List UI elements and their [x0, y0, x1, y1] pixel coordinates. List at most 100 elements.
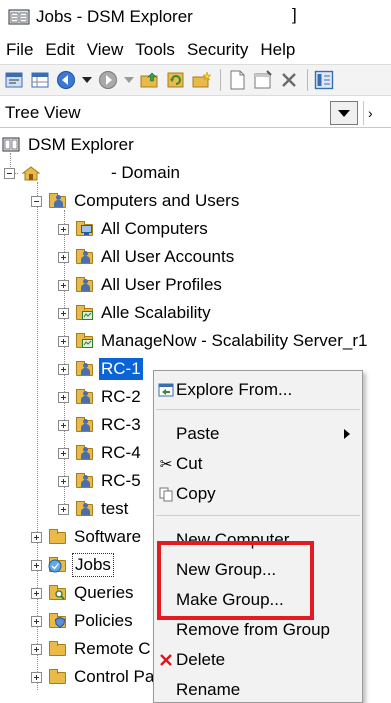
scalability-folder-icon [75, 304, 95, 322]
back-dropdown-icon[interactable] [80, 68, 94, 92]
tree-node-label: Policies [74, 611, 133, 630]
menu-item-cut[interactable]: ✂ Cut [154, 449, 362, 479]
tree-node-remote[interactable]: Remote C [31, 636, 153, 662]
tree-node-label: Jobs [72, 553, 114, 577]
tree-node-test[interactable]: test [58, 496, 130, 522]
expand-icon[interactable] [31, 531, 42, 543]
tree-node-queries[interactable]: Queries [31, 580, 136, 606]
tree-node-alle-scalability[interactable]: Alle Scalability [58, 300, 213, 326]
new-folder-icon[interactable] [190, 68, 214, 92]
group-folder-icon [75, 444, 95, 462]
tree-node-rc-4[interactable]: RC-4 [58, 440, 143, 466]
grid-icon[interactable] [28, 68, 52, 92]
tree-node-managenow-scalability[interactable]: ManageNow - Scalability Server_r1 [58, 328, 369, 354]
submenu-arrow-icon [344, 429, 350, 439]
collapse-icon[interactable] [4, 167, 15, 179]
tree-view-label: Tree View [5, 102, 81, 122]
tree-node-label: DSM Explorer [28, 135, 134, 154]
tree-node-label: ManageNow - Scalability Server_r1 [101, 331, 368, 350]
expand-icon[interactable] [58, 447, 69, 459]
expand-icon[interactable] [58, 475, 69, 487]
menu-item-rename[interactable]: Rename [154, 675, 362, 703]
tree-node-label: Alle Scalability [101, 303, 211, 322]
software-folder-icon [48, 528, 68, 546]
tree-node-label: All User Accounts [101, 247, 235, 266]
remote-folder-icon [48, 640, 68, 658]
expand-icon[interactable] [31, 615, 42, 627]
tree-node-domain[interactable]: - Domain [4, 160, 182, 186]
properties-icon[interactable] [2, 68, 26, 92]
tree-node-computers-and-users[interactable]: Computers and Users [31, 188, 241, 214]
expand-icon[interactable] [58, 335, 69, 347]
menu-item-paste[interactable]: Paste [154, 419, 362, 449]
menu-item-label: Explore From... [176, 380, 293, 399]
tree-node-rc-3[interactable]: RC-3 [58, 412, 143, 438]
menu-item-label: Rename [176, 680, 241, 699]
close-icon[interactable] [277, 68, 301, 92]
expand-icon[interactable] [31, 671, 42, 683]
queries-folder-icon [48, 584, 68, 602]
tree-node-software[interactable]: Software [31, 524, 143, 550]
tree-view-scroll-button[interactable]: › [363, 101, 391, 125]
collapse-icon[interactable] [31, 195, 42, 207]
back-icon[interactable] [54, 68, 78, 92]
expand-icon[interactable] [31, 643, 42, 655]
folder-up-icon[interactable] [138, 68, 162, 92]
group-folder-icon [75, 500, 95, 518]
group-folder-icon [75, 388, 95, 406]
domain-icon [21, 164, 41, 182]
expand-icon[interactable] [58, 391, 69, 403]
menu-item-delete[interactable]: Delete [154, 645, 362, 675]
tree-node-all-user-accounts[interactable]: All User Accounts [58, 244, 236, 270]
expand-icon[interactable] [58, 223, 69, 235]
expand-icon[interactable] [31, 587, 42, 599]
tree-node-all-computers[interactable]: All Computers [58, 216, 210, 242]
menu-separator [156, 409, 360, 410]
tree-node-label: RC-2 [101, 387, 141, 406]
expand-icon[interactable] [58, 503, 69, 515]
forward-dropdown-icon[interactable] [122, 68, 136, 92]
toolbar [0, 64, 391, 96]
tree-node-label: - Domain [111, 163, 180, 182]
tree-node-rc-5[interactable]: RC-5 [58, 468, 143, 494]
menu-edit[interactable]: Edit [39, 38, 80, 62]
menu-security[interactable]: Security [181, 38, 254, 62]
tree-node-jobs[interactable]: Jobs [31, 552, 114, 578]
menu-view[interactable]: View [81, 38, 130, 62]
menu-bar: File Edit View Tools Security Help [0, 38, 301, 62]
menu-file[interactable]: File [0, 38, 39, 62]
view-icon[interactable] [312, 68, 336, 92]
tree-node-all-user-profiles[interactable]: All User Profiles [58, 272, 224, 298]
computers-folder-icon [75, 220, 95, 238]
tree-node-policies[interactable]: Policies [31, 608, 135, 634]
tree-node-rc-2[interactable]: RC-2 [58, 384, 143, 410]
expand-icon[interactable] [58, 279, 69, 291]
toolbar-separator [220, 69, 221, 91]
tree-node-label: RC-5 [101, 471, 141, 490]
expand-icon[interactable] [58, 307, 69, 319]
tree-node-control-panel[interactable]: Control Pa [31, 664, 156, 690]
tree-node-rc-1[interactable]: RC-1 [58, 356, 143, 382]
tree-node-label: Control Pa [74, 667, 155, 686]
menu-help[interactable]: Help [254, 38, 301, 62]
profiles-folder-icon [75, 276, 95, 294]
dsm-explorer-icon [2, 136, 22, 154]
menu-tools[interactable]: Tools [129, 38, 181, 62]
menu-item-label: Remove from Group [176, 620, 330, 639]
forward-icon[interactable] [96, 68, 120, 92]
tree-node-label: Computers and Users [74, 191, 240, 210]
expand-icon[interactable] [58, 363, 69, 375]
tree-view-dropdown-button[interactable] [330, 101, 358, 125]
expand-icon[interactable] [58, 419, 69, 431]
tree-node-root[interactable]: DSM Explorer [2, 132, 136, 158]
menu-item-explore-from[interactable]: Explore From... [154, 375, 362, 405]
expand-icon[interactable] [31, 559, 42, 571]
expand-icon[interactable] [58, 251, 69, 263]
menu-item-copy[interactable]: Copy [154, 479, 362, 509]
refresh-icon[interactable] [164, 68, 188, 92]
tree-node-label: RC-3 [101, 415, 141, 434]
menu-item-label: Cut [176, 454, 203, 473]
properties-page-icon[interactable] [251, 68, 275, 92]
window-title: Jobs - DSM Explorer [36, 7, 193, 26]
new-item-icon[interactable] [225, 68, 249, 92]
